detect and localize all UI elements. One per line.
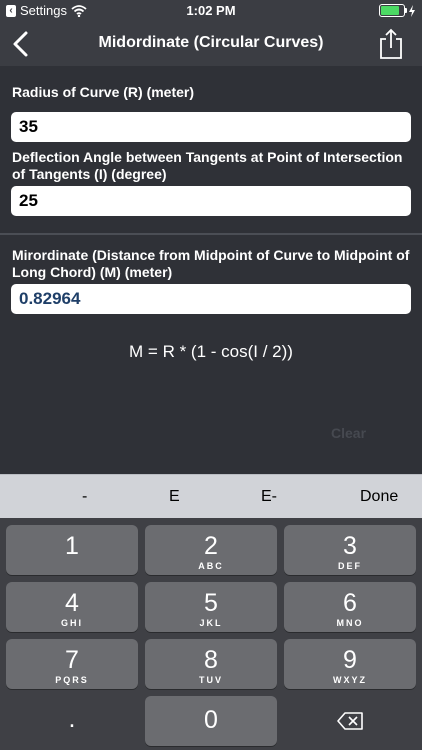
key-3-digit: 3 <box>343 532 357 560</box>
key-9[interactable]: 9 WXYZ <box>284 639 416 689</box>
key-2[interactable]: 2 ABC <box>145 525 277 575</box>
share-icon[interactable] <box>378 28 404 60</box>
numeric-keypad: 1 2 ABC 3 DEF 4 GHI 5 JKL 6 MNO 7 PQRS 8… <box>0 518 422 750</box>
key-3[interactable]: 3 DEF <box>284 525 416 575</box>
navigation-bar: Midordinate (Circular Curves) <box>0 22 422 66</box>
key-6-letters: MNO <box>336 618 364 628</box>
key-4-letters: GHI <box>60 618 83 628</box>
key-6-digit: 6 <box>343 589 357 617</box>
key-backspace[interactable] <box>284 696 416 746</box>
back-chevron-icon[interactable] <box>10 30 34 58</box>
mirordinate-label: Mirordinate (Distance from Midpoint of C… <box>12 247 410 280</box>
keyboard-accessory-bar: - E E- Done <box>0 474 422 519</box>
section-divider <box>0 233 422 235</box>
radius-label: Radius of Curve (R) (meter) <box>12 84 195 100</box>
battery-icon <box>379 4 407 17</box>
key-9-letters: WXYZ <box>333 675 367 685</box>
key-7[interactable]: 7 PQRS <box>6 639 138 689</box>
status-time: 1:02 PM <box>186 3 236 18</box>
key-7-letters: PQRS <box>55 675 89 685</box>
key-0[interactable]: 0 <box>145 696 277 746</box>
mirordinate-result-field[interactable]: 0.82964 <box>11 284 411 314</box>
key-4[interactable]: 4 GHI <box>6 582 138 632</box>
key-1[interactable]: 1 <box>6 525 138 575</box>
formula-text: M = R * (1 - cos(I / 2)) <box>129 342 293 361</box>
exponent-key[interactable]: E <box>169 488 180 506</box>
key-9-digit: 9 <box>343 646 357 674</box>
key-2-digit: 2 <box>204 532 218 560</box>
minus-key[interactable]: - <box>82 488 87 506</box>
key-decimal-glyph: . <box>68 705 76 733</box>
key-1-digit: 1 <box>65 532 79 560</box>
backspace-icon <box>337 712 363 730</box>
page-title: Midordinate (Circular Curves) <box>98 34 324 51</box>
key-8[interactable]: 8 TUV <box>145 639 277 689</box>
exponent-minus-key[interactable]: E- <box>261 488 277 506</box>
key-3-letters: DEF <box>338 561 362 571</box>
deflection-angle-input[interactable]: 25 <box>11 186 411 216</box>
key-0-digit: 0 <box>204 706 218 734</box>
radius-input[interactable]: 35 <box>11 112 411 142</box>
status-bar: ‹ Settings 1:02 PM <box>0 0 422 22</box>
key-5-digit: 5 <box>204 589 218 617</box>
key-4-digit: 4 <box>65 589 79 617</box>
key-8-digit: 8 <box>204 646 218 674</box>
done-button[interactable]: Done <box>360 488 398 506</box>
key-7-digit: 7 <box>65 646 79 674</box>
clear-button[interactable]: Clear <box>331 425 366 441</box>
key-5-letters: JKL <box>199 618 223 628</box>
charging-bolt-icon <box>409 4 415 17</box>
key-decimal[interactable]: . <box>6 696 138 746</box>
key-8-letters: TUV <box>199 675 223 685</box>
key-6[interactable]: 6 MNO <box>284 582 416 632</box>
key-5[interactable]: 5 JKL <box>145 582 277 632</box>
deflection-angle-label: Deflection Angle between Tangents at Poi… <box>12 149 403 182</box>
key-2-letters: ABC <box>198 561 224 571</box>
